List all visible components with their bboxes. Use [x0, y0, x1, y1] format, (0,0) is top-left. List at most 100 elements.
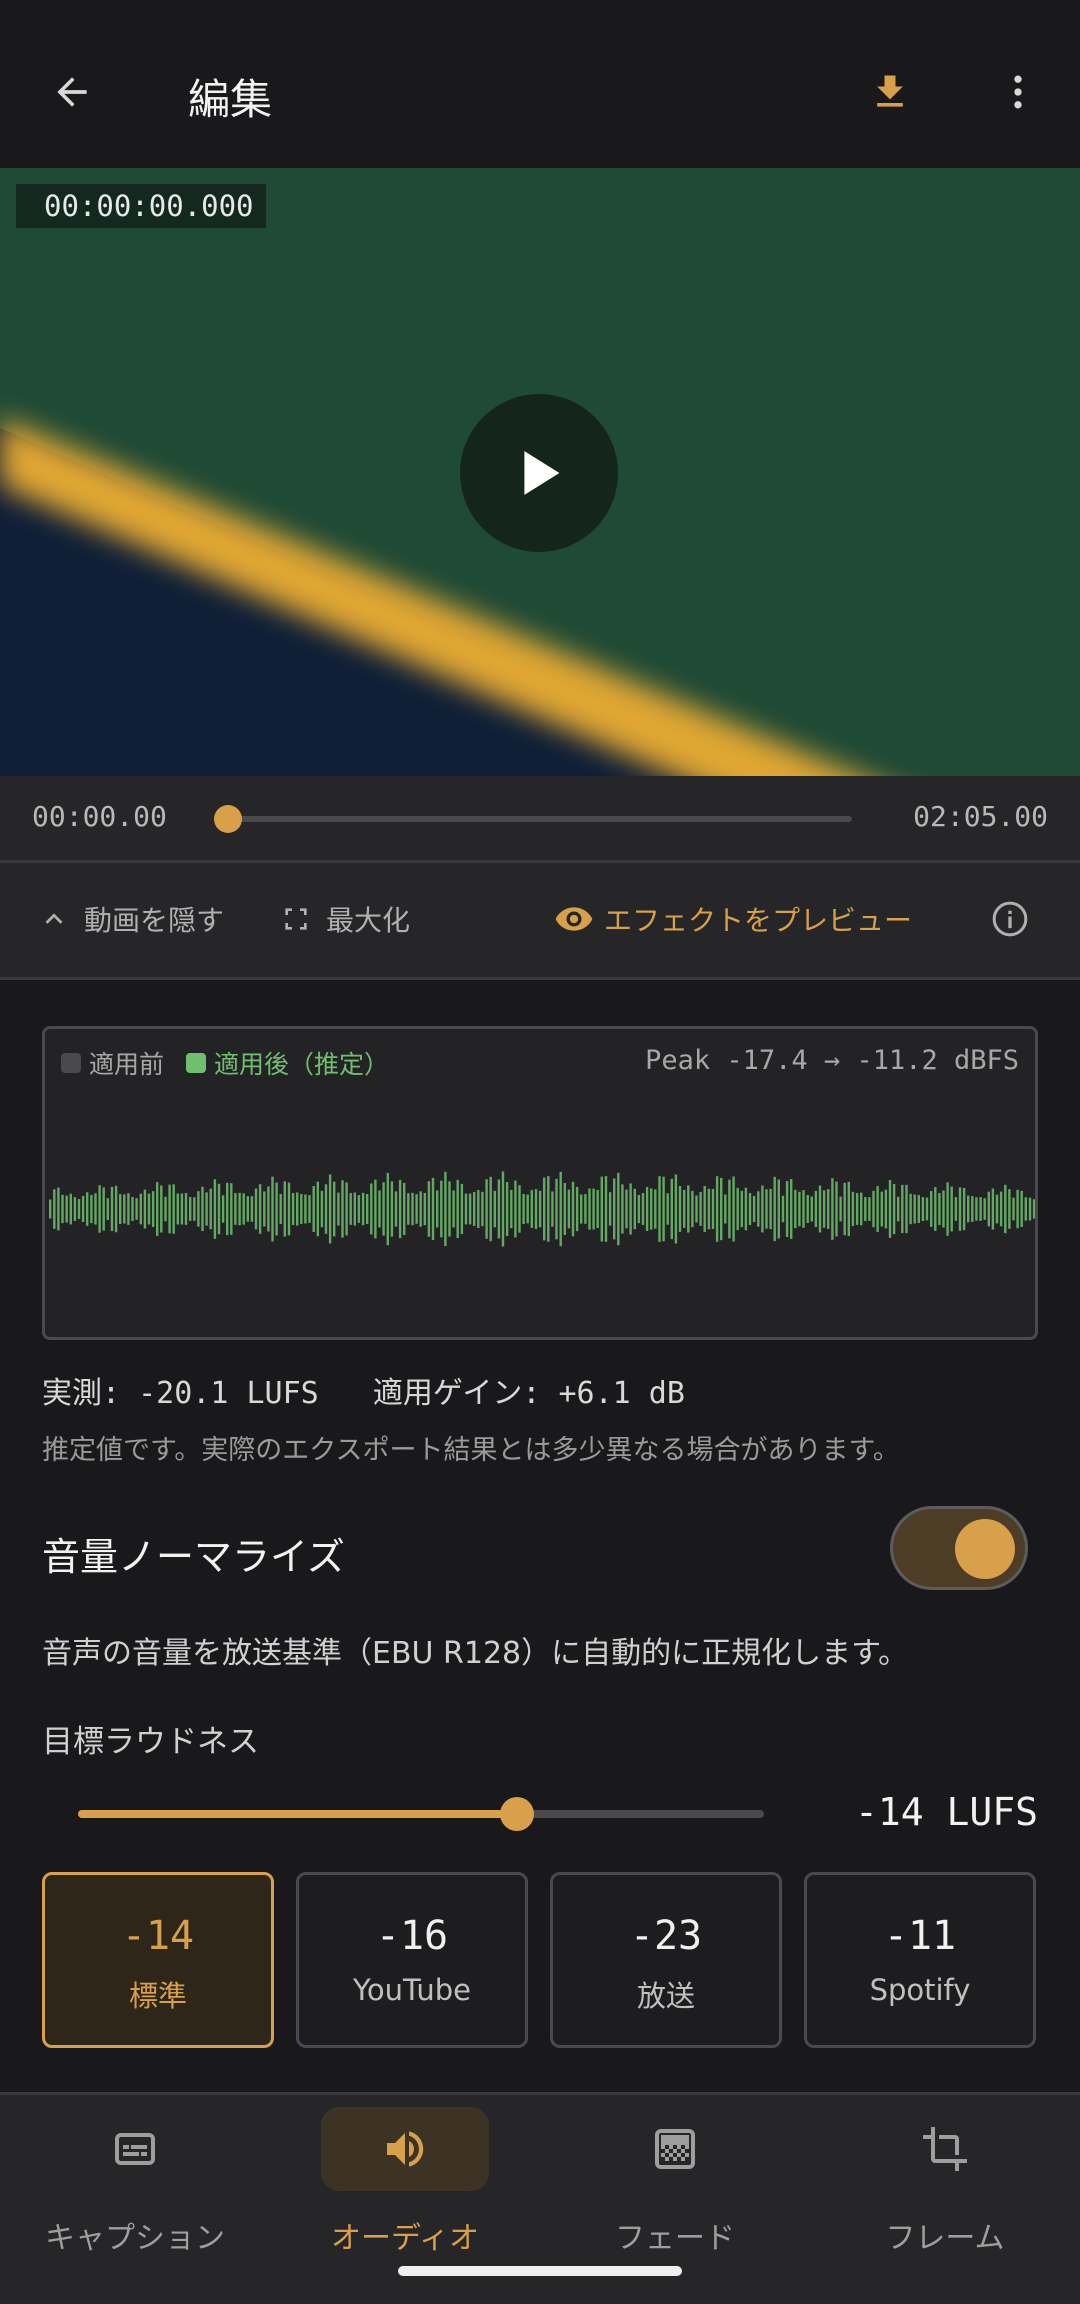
waveform-bar — [296, 1192, 299, 1226]
target-loudness-value: -14 LUFS — [854, 1790, 1038, 1834]
waveform-bar — [1016, 1189, 1019, 1229]
waveform-bar — [695, 1195, 698, 1223]
waveform-bar — [209, 1188, 212, 1230]
tab-caption[interactable]: キャプション — [0, 2095, 270, 2275]
waveform-comparison: 適用前 適用後（推定） Peak -17.4 → -11.2 dBFS — [42, 1026, 1038, 1340]
waveform-bar — [94, 1193, 97, 1225]
waveform-bar — [765, 1189, 768, 1229]
waveform-bar — [699, 1192, 702, 1226]
waveform-bar — [571, 1181, 575, 1237]
waveform-bar — [855, 1193, 859, 1225]
waveform-bar — [242, 1193, 245, 1225]
waveform-bar — [868, 1197, 871, 1221]
seek-thumb[interactable] — [214, 805, 242, 833]
preset-broadcast[interactable]: -23 放送 — [550, 1872, 782, 2048]
waveform-bar — [263, 1191, 266, 1227]
waveform-bar — [123, 1194, 126, 1224]
loudness-presets: -14 標準 -16 YouTube -23 放送 -11 Spotify — [42, 1872, 1038, 2048]
waveform-bar — [666, 1193, 669, 1225]
waveform-bar — [184, 1193, 188, 1225]
normalize-toggle[interactable] — [890, 1506, 1028, 1590]
waveform-bar — [827, 1189, 830, 1229]
waveform-bar — [431, 1177, 435, 1240]
waveform-bar — [999, 1191, 1003, 1227]
waveform-bar — [555, 1178, 558, 1240]
waveform-bar — [304, 1194, 307, 1224]
preset-standard[interactable]: -14 標準 — [42, 1872, 274, 2048]
preset-label: 放送 — [636, 1979, 695, 2013]
waveform-bar — [934, 1187, 937, 1231]
waveform-bar — [707, 1188, 711, 1230]
waveform-bar — [316, 1181, 319, 1237]
hide-video-button[interactable]: 動画を隠す — [34, 899, 224, 939]
preset-spotify[interactable]: -11 Spotify — [804, 1872, 1036, 2048]
preset-youtube[interactable]: -16 YouTube — [296, 1872, 528, 2048]
waveform-bar — [843, 1182, 846, 1236]
waveform-bar — [995, 1194, 999, 1224]
waveform-bar — [781, 1195, 785, 1223]
more-vert-icon — [1014, 75, 1022, 109]
waveform-bar — [386, 1172, 389, 1246]
waveform-bar — [49, 1199, 52, 1219]
video-preview[interactable]: 00:00:00.000 — [0, 168, 1080, 776]
waveform-bar — [518, 1185, 521, 1233]
waveform-bar — [950, 1186, 953, 1232]
normalize-description: 音声の音量を放送基準（EBU R128）に自動的に正規化します。 — [42, 1636, 909, 1671]
waveform-bar — [946, 1182, 949, 1236]
play-icon — [524, 451, 560, 495]
waveform-bar — [201, 1186, 204, 1232]
waveform-bar — [715, 1176, 719, 1242]
waveform-bar — [151, 1191, 155, 1227]
waveform-bar — [728, 1179, 731, 1239]
tab-label: オーディオ — [331, 2221, 479, 2256]
waveform-bar — [415, 1194, 418, 1224]
target-loudness-label: 目標ラウドネス — [42, 1724, 259, 1760]
waveform-bar — [872, 1190, 875, 1228]
waveform-bar — [925, 1197, 929, 1221]
slider-thumb[interactable] — [500, 1797, 535, 1831]
waveform-bar — [971, 1196, 974, 1222]
tab-frame[interactable]: フレーム — [810, 2095, 1080, 2275]
waveform-bar — [456, 1179, 459, 1238]
play-button[interactable] — [460, 394, 618, 552]
target-loudness-slider[interactable] — [78, 1797, 764, 1831]
tab-label: キャプション — [45, 2221, 225, 2256]
waveform-bar — [645, 1187, 649, 1231]
fullscreen-icon — [276, 899, 316, 939]
waveform-bar — [90, 1194, 93, 1224]
tab-audio[interactable]: オーディオ — [270, 2095, 540, 2275]
waveform-bar — [563, 1183, 566, 1235]
waveform-bar — [674, 1174, 678, 1244]
info-button[interactable] — [990, 899, 1040, 939]
waveform-bar — [131, 1197, 134, 1221]
seek-track[interactable] — [226, 816, 852, 822]
eye-icon — [554, 899, 594, 939]
waveform-bar — [106, 1198, 109, 1220]
total-time: 02:05.00 — [913, 800, 1048, 833]
waveform-bar — [559, 1171, 562, 1247]
waveform-legend: 適用前 適用後（推定） — [61, 1045, 389, 1081]
back-button[interactable] — [44, 64, 100, 120]
waveform-bar — [575, 1186, 579, 1232]
waveform-bar — [160, 1185, 163, 1233]
info-icon — [990, 899, 1030, 939]
timecode-overlay: 00:00:00.000 — [16, 184, 266, 228]
waveform-bar — [481, 1191, 484, 1227]
waveform-bar — [419, 1191, 422, 1227]
preview-effect-button[interactable]: エフェクトをプレビュー — [554, 899, 912, 939]
waveform-bar — [818, 1185, 822, 1233]
waveform-bar — [876, 1186, 879, 1232]
waveform-bar — [468, 1193, 472, 1225]
waveform-bar — [258, 1184, 262, 1234]
maximize-button[interactable]: 最大化 — [276, 899, 410, 939]
waveform-bar — [641, 1193, 645, 1225]
waveform-bar — [687, 1185, 690, 1233]
tab-fade[interactable]: フェード — [540, 2095, 810, 2275]
waveform-bar — [711, 1189, 715, 1229]
download-button[interactable] — [862, 64, 918, 120]
waveform-bar — [1004, 1184, 1007, 1234]
waveform-bar — [958, 1187, 962, 1231]
waveform-bar — [979, 1197, 982, 1221]
more-options-button[interactable] — [990, 64, 1046, 120]
waveform-bar — [888, 1180, 892, 1238]
